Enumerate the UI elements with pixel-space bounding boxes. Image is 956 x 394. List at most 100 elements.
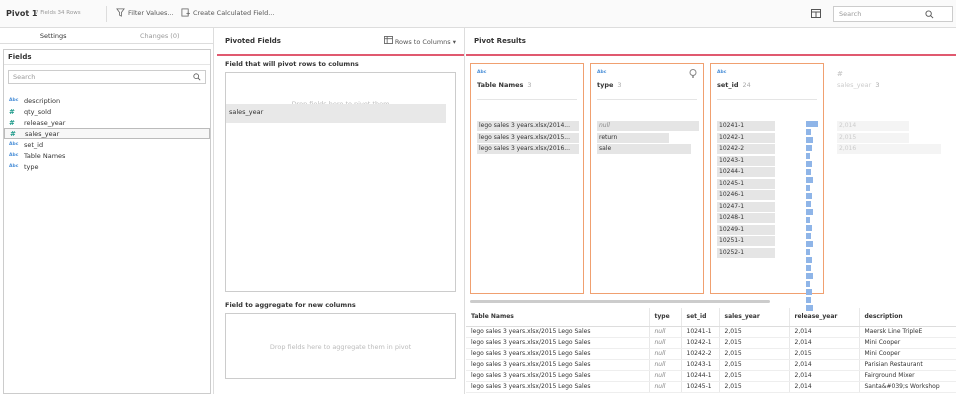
- pivot-mode-dropdown[interactable]: Rows to Columns ▾: [383, 36, 456, 46]
- value-bar[interactable]: 10248-1: [717, 213, 775, 223]
- value-bar[interactable]: 10243-1: [717, 155, 775, 166]
- value-bar[interactable]: 10245-1: [717, 178, 775, 189]
- profile-card-set-id[interactable]: Abc set_id 24 10241-1 10242-1 10242-2 102…: [710, 63, 824, 311]
- search-input[interactable]: Search: [833, 6, 953, 22]
- profile-card-table-names[interactable]: Abc Table Names 3 lego sales 3 years.xlsx…: [470, 63, 584, 294]
- table-cell: 2,014: [788, 370, 859, 382]
- column-header[interactable]: sales_year: [718, 308, 789, 327]
- field-item-release-year[interactable]: # release_year: [4, 117, 210, 128]
- value-bar[interactable]: 10244-1: [717, 167, 775, 177]
- column-header[interactable]: set_id: [680, 308, 719, 327]
- lightbulb-icon[interactable]: [689, 69, 697, 78]
- distinct-count: 3: [527, 81, 532, 89]
- step-summary: 7 Fields 34 Rows: [35, 10, 81, 16]
- horizontal-scrollbar[interactable]: [470, 300, 770, 303]
- table-cell: 10243-1: [680, 359, 719, 371]
- settings-panel: Settings Changes (0) Fields Search Abc de…: [0, 28, 214, 394]
- string-type-icon: Abc: [477, 70, 487, 75]
- value-bar[interactable]: 10242-2: [717, 144, 775, 154]
- table-cell: 2,014: [788, 381, 859, 393]
- pivot-field-pill[interactable]: sales_year: [226, 104, 446, 123]
- profile-card-title: type 3: [597, 81, 622, 89]
- table-cell: null: [648, 370, 681, 382]
- string-type-icon: Abc: [597, 70, 607, 75]
- table-cell: Fairground Mixer: [858, 370, 956, 382]
- value-bar[interactable]: 10252-1: [717, 247, 775, 258]
- table-cell: 2,015: [718, 359, 789, 371]
- table-cell: 10244-1: [680, 370, 719, 382]
- create-calculated-field-button[interactable]: Create Calculated Field...: [181, 8, 274, 17]
- table-cell: Mini Cooper: [858, 348, 956, 360]
- table-row[interactable]: lego sales 3 years.xlsx/2015 Lego Sales …: [466, 359, 956, 371]
- table-cell: 2,014: [788, 359, 859, 371]
- value-bar[interactable]: 10251-1: [717, 236, 775, 246]
- field-item-table-names[interactable]: Abc Table Names: [4, 150, 210, 161]
- table-cell: Mini Cooper: [858, 337, 956, 349]
- column-header[interactable]: Table Names: [466, 308, 649, 327]
- field-name: Table Names: [24, 151, 66, 160]
- value-bar[interactable]: lego sales 3 years.xlsx/2016...: [477, 144, 579, 154]
- panel-tabs: Settings Changes (0): [0, 28, 213, 44]
- number-type-icon: #: [837, 70, 843, 78]
- number-type-icon: #: [9, 118, 15, 127]
- data-grid-header-row: Table Names type set_id sales_year relea…: [466, 308, 956, 327]
- field-item-description[interactable]: Abc description: [4, 95, 210, 106]
- table-row[interactable]: lego sales 3 years.xlsx/2015 Lego Sales …: [466, 337, 956, 349]
- table-row[interactable]: lego sales 3 years.xlsx/2015 Lego Sales …: [466, 381, 956, 393]
- histogram-bar: [806, 233, 811, 239]
- histogram-bar: [806, 265, 811, 271]
- pivot-results-title: Pivot Results: [474, 37, 526, 45]
- value-bar[interactable]: 10246-1: [717, 190, 775, 200]
- table-row[interactable]: lego sales 3 years.xlsx/2015 Lego Sales …: [466, 348, 956, 360]
- tab-changes[interactable]: Changes (0): [107, 28, 214, 43]
- histogram-bar: [806, 193, 812, 199]
- distinct-count: 3: [617, 81, 622, 89]
- value-bar[interactable]: 10247-1: [717, 201, 775, 212]
- value-bar[interactable]: 2,014: [837, 121, 909, 131]
- dropzone-hint: Drop fields here to aggregate them in pi…: [269, 343, 412, 351]
- table-cell: 2,015: [718, 326, 789, 338]
- field-item-sales-year[interactable]: # sales_year: [4, 128, 210, 139]
- value-bar[interactable]: 10242-1: [717, 132, 775, 143]
- profile-card-type[interactable]: Abc type 3 null return sale: [590, 63, 704, 294]
- profile-card-sales-year[interactable]: # sales_year 3 2,014 2,015 2,016: [830, 63, 950, 294]
- search-icon: [925, 10, 934, 19]
- table-cell: 2,015: [718, 370, 789, 382]
- value-bar[interactable]: 10249-1: [717, 224, 775, 235]
- value-bar[interactable]: null: [597, 121, 699, 131]
- value-bar[interactable]: 2,016: [837, 144, 941, 154]
- histogram-bar: [806, 145, 812, 151]
- tab-settings[interactable]: Settings: [0, 28, 107, 43]
- histogram-bar: [806, 289, 812, 295]
- value-bar[interactable]: 2,015: [837, 132, 909, 143]
- column-header[interactable]: type: [648, 308, 681, 327]
- column-header[interactable]: release_year: [788, 308, 859, 327]
- grid-view-icon[interactable]: [811, 9, 821, 18]
- toolbar: Pivot 1 7 Fields 34 Rows Filter Values..…: [0, 0, 956, 28]
- value-bar[interactable]: 10241-1: [717, 121, 775, 131]
- value-bar[interactable]: return: [597, 132, 669, 143]
- histogram-bar: [806, 249, 810, 255]
- field-item-set-id[interactable]: Abc set_id: [4, 139, 210, 150]
- calculated-field-icon: [181, 8, 190, 17]
- value-bar[interactable]: lego sales 3 years.xlsx/2015...: [477, 132, 579, 143]
- field-item-qty-sold[interactable]: # qty_sold: [4, 106, 210, 117]
- table-cell: lego sales 3 years.xlsx/2015 Lego Sales: [466, 348, 649, 360]
- table-cell: null: [648, 326, 681, 338]
- field-item-type[interactable]: Abc type: [4, 161, 210, 172]
- table-row[interactable]: lego sales 3 years.xlsx/2015 Lego Sales …: [466, 370, 956, 382]
- histogram-bar: [806, 129, 811, 135]
- pivot-rows-dropzone[interactable]: Drop fields here to pivot them sales_yea…: [225, 72, 456, 292]
- value-bar[interactable]: sale: [597, 144, 691, 154]
- profile-card-title: Table Names 3: [477, 81, 532, 89]
- column-header[interactable]: description: [858, 308, 956, 327]
- histogram-bar: [806, 225, 812, 231]
- histogram-bar: [806, 257, 812, 263]
- fields-search-input[interactable]: Search: [8, 70, 206, 84]
- aggregate-section-label: Field to aggregate for new columns: [225, 301, 356, 309]
- filter-values-button[interactable]: Filter Values...: [116, 8, 174, 17]
- overview-histogram[interactable]: [806, 121, 818, 323]
- table-row[interactable]: lego sales 3 years.xlsx/2015 Lego Sales …: [466, 326, 956, 338]
- value-bar[interactable]: lego sales 3 years.xlsx/2014...: [477, 121, 579, 131]
- aggregate-dropzone[interactable]: Drop fields here to aggregate them in pi…: [225, 313, 456, 379]
